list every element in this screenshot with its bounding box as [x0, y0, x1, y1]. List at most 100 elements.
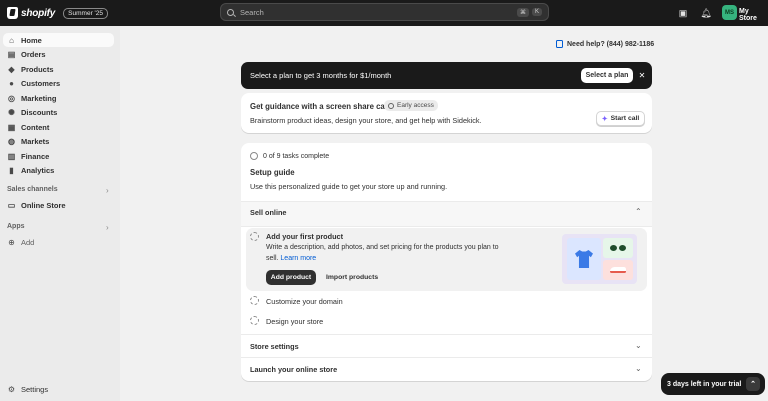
close-icon[interactable]: ✕ — [637, 68, 647, 83]
bell-icon[interactable]: 🔔︎ — [700, 7, 712, 19]
phone-icon — [556, 40, 563, 48]
guidance-description: Brainstorm product ideas, design your st… — [250, 116, 482, 125]
task-description: Write a description, add photos, and set… — [266, 243, 511, 264]
help-text: Need help? (844) 982-1186 — [567, 40, 655, 48]
task-add-first-product[interactable]: Add your first product Write a descripti… — [246, 228, 647, 291]
edition-badge[interactable]: Summer '25 — [63, 7, 109, 19]
sidebar-item-label: Products — [21, 64, 54, 74]
sidebar-item-label: Marketing — [21, 93, 57, 103]
sidebar-item-label: Content — [21, 122, 50, 132]
section-store-settings[interactable]: Store settings — [250, 342, 299, 351]
store-icon[interactable]: ▣ — [677, 7, 689, 19]
select-plan-button[interactable]: Select a plan — [581, 68, 633, 83]
task-design-store[interactable]: Design your store — [266, 317, 323, 326]
sidebar-item-marketing[interactable]: ◎ Marketing — [3, 91, 114, 105]
sidebar-item-online-store[interactable]: ▭ Online Store — [3, 198, 114, 212]
chevron-up-icon[interactable]: ⌃ — [635, 207, 642, 216]
apps-heading[interactable]: Apps — [7, 223, 25, 230]
chevron-down-icon[interactable]: ⌄ — [635, 341, 642, 350]
sales-channels-heading[interactable]: Sales channels — [7, 186, 58, 193]
start-call-label: Start call — [610, 115, 640, 122]
sidebar-item-products[interactable]: ◆ Products — [3, 62, 114, 76]
guidance-title: Get guidance with a screen share call — [250, 102, 390, 111]
sidebar-item-settings[interactable]: ⚙ Settings — [3, 382, 114, 396]
start-call-button[interactable]: ✦ Start call — [596, 111, 645, 126]
chevron-right-icon[interactable]: › — [106, 186, 109, 195]
tshirt-icon — [575, 250, 593, 268]
bank-icon: ▥ — [7, 151, 16, 161]
add-product-button[interactable]: Add product — [266, 270, 316, 285]
clock-icon — [388, 102, 394, 109]
import-products-button[interactable]: Import products — [326, 270, 378, 285]
sidebar-item-label: Orders — [21, 50, 46, 59]
sidebar-item-add-app[interactable]: ⊕ Add — [3, 235, 114, 249]
globe-icon: ◍ — [8, 137, 15, 146]
tag-icon: ◆ — [8, 64, 15, 74]
help-phone-link[interactable]: Need help? (844) 982-1186 — [556, 40, 654, 48]
progress-text: 0 of 9 tasks complete — [263, 152, 330, 160]
shortcut-key-cmd: ⌘ — [516, 7, 529, 17]
task-status-icon[interactable] — [250, 232, 259, 241]
shopify-logo[interactable]: shopify — [7, 7, 55, 19]
shoe-tile — [603, 260, 633, 280]
tshirt-tile — [567, 238, 601, 280]
avatar[interactable]: MS — [722, 5, 737, 20]
sidebar-item-label: Discounts — [21, 108, 58, 117]
sunglasses-icon — [619, 245, 626, 251]
sidebar-item-label: Online Store — [21, 200, 66, 210]
sidebar-item-markets[interactable]: ◍ Markets — [3, 135, 114, 149]
products-illustration — [562, 234, 637, 284]
setup-guide-card: 0 of 9 tasks complete Setup guide Use th… — [241, 143, 652, 381]
storefront-icon: ▭ — [7, 200, 16, 210]
sunglasses-icon — [610, 245, 617, 251]
sidebar-item-orders[interactable]: ▤ Orders — [3, 48, 114, 62]
section-header-bg — [241, 202, 652, 226]
chevron-up-icon[interactable]: ⌃ — [746, 377, 760, 391]
sidebar-item-customers[interactable]: ● Customers — [3, 77, 114, 91]
progress-ring-icon — [250, 152, 258, 160]
divider — [241, 357, 652, 358]
task-status-icon[interactable] — [250, 316, 259, 325]
trial-text: 3 days left in your trial — [667, 380, 742, 388]
sidebar: ⌂ Home ▤ Orders ◆ Products ● Customers ◎… — [0, 26, 120, 401]
trial-banner[interactable]: 3 days left in your trial ⌃ — [661, 373, 765, 395]
task-customize-domain[interactable]: Customize your domain — [266, 297, 343, 306]
person-icon: ● — [9, 79, 14, 88]
task-progress: 0 of 9 tasks complete — [250, 152, 329, 160]
orders-icon: ▤ — [7, 50, 16, 59]
task-status-icon[interactable] — [250, 296, 259, 305]
guidance-card: Get guidance with a screen share call Ea… — [241, 93, 652, 133]
sidebar-item-finance[interactable]: ▥ Finance — [3, 149, 114, 163]
divider — [241, 334, 652, 335]
section-sell-online[interactable]: Sell online — [250, 208, 287, 217]
sidebar-item-content[interactable]: ▦ Content — [3, 120, 114, 134]
sidebar-item-label: Settings — [21, 384, 49, 394]
sunglasses-tile — [603, 238, 633, 258]
setup-guide-title: Setup guide — [250, 168, 295, 177]
early-access-badge: Early access — [384, 100, 438, 111]
home-icon: ⌂ — [9, 35, 14, 45]
top-bar: shopify Summer '25 Search ⌘ K ▣ 🔔︎ MS My… — [0, 0, 768, 26]
setup-guide-description: Use this personalized guide to get your … — [250, 182, 448, 191]
sidebar-item-discounts[interactable]: ✺ Discounts — [3, 106, 114, 120]
sidebar-item-label: Customers — [21, 79, 61, 88]
sidebar-item-home[interactable]: ⌂ Home — [3, 33, 114, 47]
chevron-down-icon[interactable]: ⌄ — [635, 364, 642, 373]
sidebar-item-label: Home — [21, 35, 42, 45]
sparkle-icon: ✦ — [601, 115, 608, 123]
learn-more-link[interactable]: Learn more — [280, 255, 316, 262]
search-input[interactable]: Search ⌘ K — [220, 3, 549, 21]
search-icon — [227, 8, 234, 16]
add-circle-icon: ⊕ — [8, 237, 15, 247]
section-launch-store[interactable]: Launch your online store — [250, 365, 337, 374]
discount-icon: ✺ — [8, 108, 15, 117]
chart-icon: ▮ — [9, 166, 14, 175]
chevron-right-icon[interactable]: › — [106, 223, 109, 232]
content-icon: ▦ — [7, 122, 16, 132]
gear-icon: ⚙ — [7, 384, 16, 394]
sidebar-item-label: Markets — [21, 137, 50, 146]
task-title: Add your first product — [266, 232, 344, 241]
sidebar-item-analytics[interactable]: ▮ Analytics — [3, 164, 114, 178]
shortcut-key-k: K — [531, 8, 542, 16]
store-name[interactable]: My Store — [739, 8, 768, 22]
